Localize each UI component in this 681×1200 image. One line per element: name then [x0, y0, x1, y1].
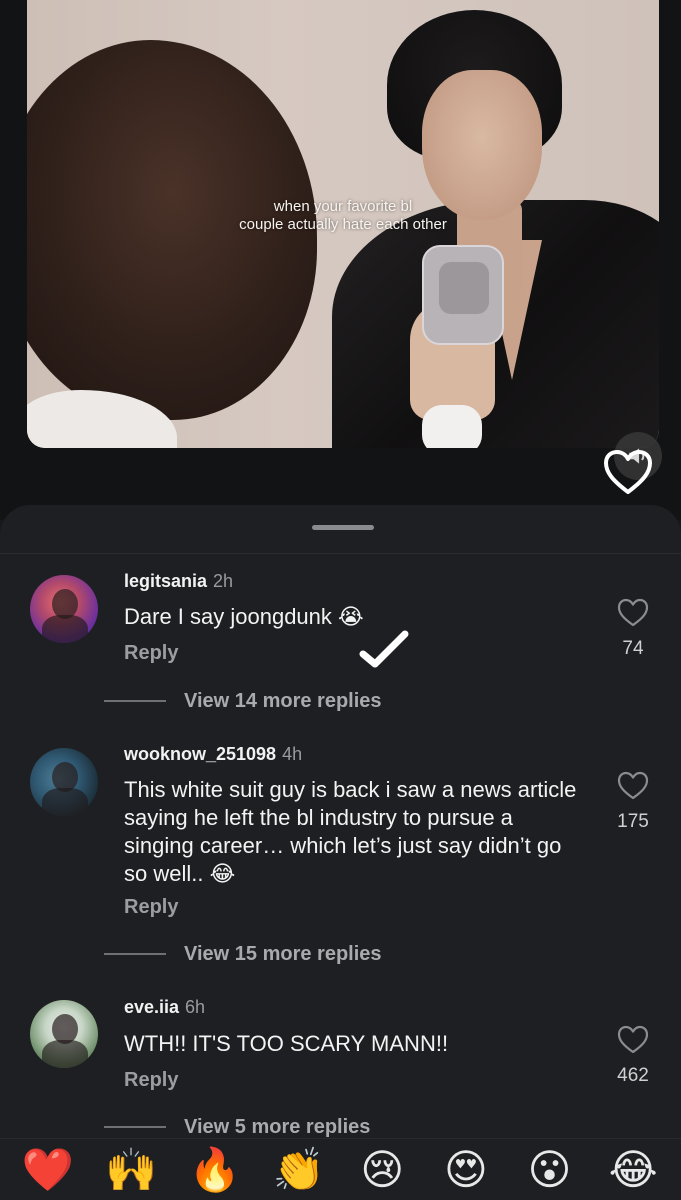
comment-like-button[interactable]: 74 — [604, 598, 662, 660]
emoji-reaction-bar: ❤️ 🙌 🔥 👏 😢 😍 😮 😂 — [0, 1138, 681, 1200]
reply-button[interactable]: Reply — [124, 895, 178, 919]
video-caption-line-1: when your favorite bl — [273, 198, 413, 215]
comment-meta: legitsania 2h — [124, 570, 233, 592]
video-caption-line-2: couple actually hate each other — [239, 216, 447, 233]
sheet-drag-handle[interactable] — [312, 525, 374, 530]
comment-text-body: WTH!! IT'S TOO SCARY MANN!! — [124, 1031, 449, 1056]
view-more-label: View 14 more replies — [184, 689, 382, 712]
comment-like-count: 462 — [617, 1065, 649, 1086]
avatar-figure-body — [42, 1040, 88, 1068]
heart-outline-icon — [617, 1025, 649, 1054]
reply-button[interactable]: Reply — [124, 1068, 178, 1092]
comment-like-count: 175 — [617, 811, 649, 832]
comment-meta: wooknow_251098 4h — [124, 743, 302, 765]
comment-like-button[interactable]: 462 — [604, 1025, 662, 1087]
avatar-figure-body — [42, 788, 88, 816]
comment-text-body: Dare I say joongdunk — [124, 604, 339, 629]
comment-text: This white suit guy is back i saw a news… — [124, 776, 579, 888]
view-more-line — [104, 1126, 166, 1128]
avatar-figure-body — [42, 615, 88, 643]
view-more-replies-button[interactable]: View 14 more replies — [104, 689, 382, 713]
comment-emoji: 😭 — [338, 604, 364, 629]
reply-button[interactable]: Reply — [124, 641, 178, 665]
comment-like-count: 74 — [622, 638, 644, 659]
view-more-replies-button[interactable]: View 15 more replies — [104, 942, 382, 966]
avatar[interactable] — [30, 1000, 98, 1068]
reaction-heart-eyes[interactable]: 😍 — [436, 1139, 496, 1200]
view-more-line — [104, 700, 166, 702]
view-more-line — [104, 953, 166, 955]
reaction-clap[interactable]: 👏 — [269, 1139, 329, 1200]
comment-text-body: This white suit guy is back i saw a news… — [124, 777, 577, 886]
sheet-divider — [0, 553, 681, 554]
comment-username[interactable]: legitsania — [124, 571, 207, 591]
view-more-label: View 15 more replies — [184, 942, 382, 965]
reaction-laughing[interactable]: 😂 — [603, 1139, 663, 1200]
reaction-fire[interactable]: 🔥 — [185, 1139, 245, 1200]
heart-outline-icon[interactable] — [602, 448, 654, 496]
video-player[interactable]: when your favorite bl couple actually ha… — [27, 0, 659, 448]
comment-time: 6h — [185, 997, 206, 1017]
reaction-crying[interactable]: 😢 — [352, 1139, 412, 1200]
comment-like-button[interactable]: 175 — [604, 771, 662, 833]
video-area[interactable]: when your favorite bl couple actually ha… — [0, 0, 681, 520]
comment-meta: eve.iia 6h — [124, 996, 205, 1018]
reaction-raised-hands[interactable]: 🙌 — [101, 1139, 161, 1200]
comment-text: WTH!! IT'S TOO SCARY MANN!! — [124, 1030, 584, 1058]
comment-emoji: 😂 — [209, 861, 236, 886]
video-subject-sleeve — [422, 405, 482, 448]
comment-text: Dare I say joongdunk 😭 — [124, 603, 584, 631]
reaction-surprised[interactable]: 😮 — [520, 1139, 580, 1200]
heart-outline-icon — [617, 771, 649, 800]
avatar[interactable] — [30, 575, 98, 643]
comment-username[interactable]: eve.iia — [124, 997, 179, 1017]
avatar[interactable] — [30, 748, 98, 816]
video-caption: when your favorite bl couple actually ha… — [27, 198, 659, 234]
comment-username[interactable]: wooknow_251098 — [124, 744, 276, 764]
view-more-label: View 5 more replies — [184, 1115, 371, 1138]
comment-time: 2h — [213, 571, 234, 591]
checkmark-icon — [359, 630, 409, 668]
view-more-replies-button[interactable]: View 5 more replies — [104, 1115, 370, 1139]
reaction-heart[interactable]: ❤️ — [18, 1139, 78, 1200]
video-phone-camera — [439, 262, 489, 314]
comment-time: 4h — [282, 744, 303, 764]
heart-outline-icon — [617, 598, 649, 627]
